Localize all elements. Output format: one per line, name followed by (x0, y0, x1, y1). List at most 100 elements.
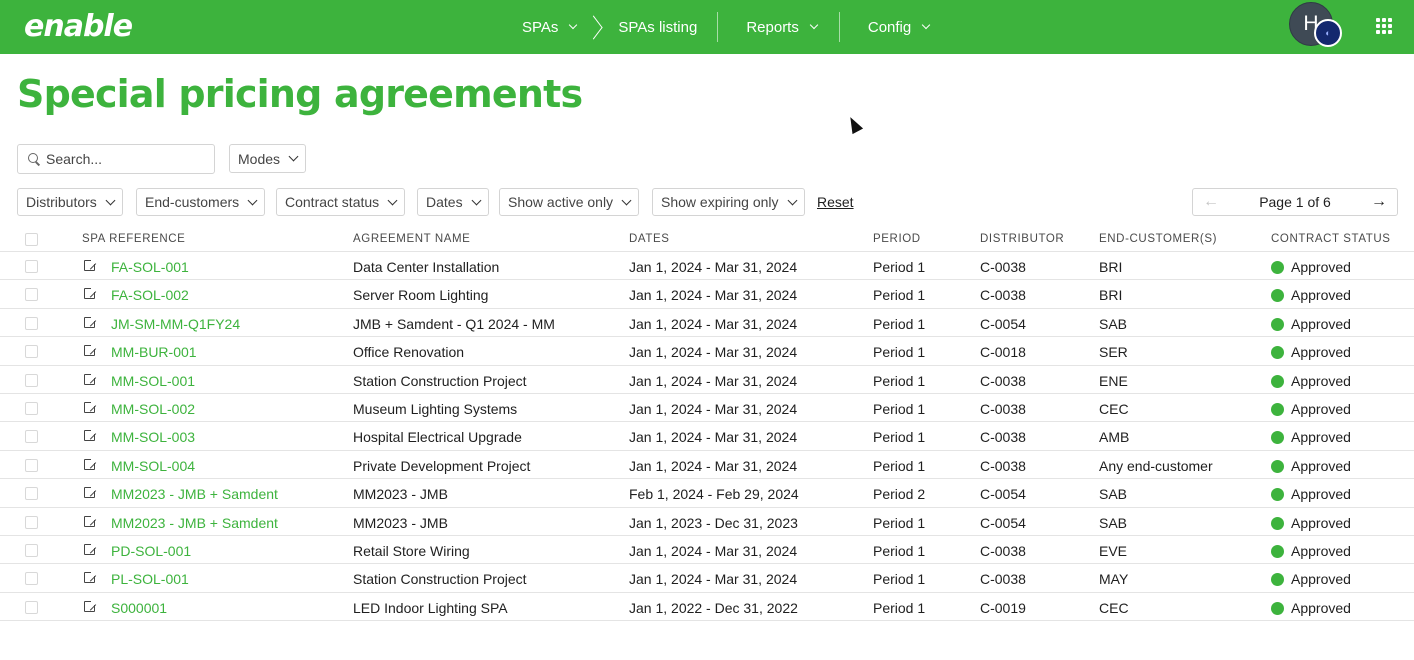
table-row[interactable]: FA-SOL-001 Data Center Installation Jan 1,… (0, 252, 1414, 281)
open-external-icon[interactable] (84, 314, 97, 328)
reset-filters-link[interactable]: Reset (817, 194, 854, 210)
table-row[interactable]: MM-SOL-001 Station Construction Project Ja… (0, 366, 1414, 394)
open-external-icon[interactable] (84, 570, 97, 584)
open-external-icon[interactable] (84, 541, 97, 555)
spa-reference-link[interactable]: MM2023 - JMB + Samdent (111, 515, 278, 531)
open-external-icon[interactable] (84, 258, 97, 271)
open-external-icon[interactable] (84, 456, 97, 470)
end-customer: SAB (1099, 514, 1128, 531)
next-page-arrow-icon[interactable]: → (1371, 193, 1387, 211)
row-checkbox[interactable] (25, 600, 38, 614)
open-external-icon[interactable] (84, 399, 97, 413)
table-row[interactable]: FA-SOL-002 Server Room Lighting Jan 1, 202… (0, 280, 1414, 309)
nav-config-menu[interactable]: Config (840, 0, 951, 54)
row-checkbox[interactable] (25, 260, 38, 273)
open-external-icon[interactable] (84, 513, 97, 527)
dates-filter[interactable]: Dates (417, 188, 489, 216)
status-dot-icon (1271, 573, 1284, 587)
header-agreement-name[interactable]: AGREEMENT NAME (353, 233, 470, 245)
contract-status-filter[interactable]: Contract status (276, 188, 406, 216)
table-row[interactable]: MM2023 - JMB + Samdent MM2023 - JMB Feb 1,… (0, 479, 1414, 508)
previous-page-arrow-icon[interactable]: ← (1203, 193, 1219, 211)
table-row[interactable]: MM-SOL-003 Hospital Electrical Upgrade Jan… (0, 422, 1414, 451)
table-row[interactable]: MM2023 - JMB + Samdent MM2023 - JMB Jan 1,… (0, 508, 1414, 536)
apps-grid-icon[interactable] (1376, 18, 1392, 34)
row-checkbox[interactable] (25, 487, 38, 501)
agreement-period: Period 1 (873, 372, 926, 389)
end-customers-filter[interactable]: End-customers (136, 188, 266, 216)
modes-dropdown[interactable]: Modes (229, 144, 307, 173)
status-dot-icon (1271, 516, 1284, 530)
contract-status: Approved (1271, 259, 1351, 275)
search-input[interactable] (46, 151, 206, 167)
open-external-icon[interactable] (84, 343, 97, 357)
row-checkbox[interactable] (25, 345, 38, 359)
table-row[interactable]: MM-SOL-002 Museum Lighting Systems Jan 1, … (0, 394, 1414, 423)
open-external-icon[interactable] (84, 485, 97, 499)
table-row[interactable]: PD-SOL-001 Retail Store Wiring Jan 1, 2024… (0, 536, 1414, 565)
agreement-name: Station Construction Project (353, 372, 527, 389)
select-all-checkbox[interactable] (25, 233, 38, 246)
table-row[interactable]: S000001 LED Indoor Lighting SPA Jan 1, 202… (0, 593, 1414, 622)
spa-reference-link[interactable]: MM-SOL-001 (111, 373, 195, 389)
enable-logo[interactable]: enable (24, 8, 133, 44)
contract-status: Approved (1271, 458, 1351, 474)
agreement-dates: Feb 1, 2024 - Feb 29, 2024 (629, 486, 799, 503)
show-active-only-filter[interactable]: Show active only (499, 188, 640, 216)
row-checkbox[interactable] (25, 401, 38, 415)
table-row[interactable]: PL-SOL-001 Station Construction Project Ja… (0, 564, 1414, 593)
header-contract-status[interactable]: CONTRACT STATUS (1271, 233, 1391, 245)
table-row[interactable]: JM-SM-MM-Q1FY24 JMB + Samdent - Q1 2024 -… (0, 309, 1414, 338)
agreement-name: MM2023 - JMB (353, 514, 448, 531)
spa-reference-link[interactable]: MM-SOL-003 (111, 429, 195, 445)
header-distributor[interactable]: DISTRIBUTOR (980, 233, 1064, 245)
header-end-customers[interactable]: END-CUSTOMER(S) (1099, 233, 1217, 245)
status-dot-icon (1271, 544, 1284, 558)
table-header: SPA REFERENCE AGREEMENT NAME DATES PERIO… (0, 228, 1414, 252)
header-dates[interactable]: DATES (629, 233, 670, 245)
row-checkbox[interactable] (25, 316, 38, 330)
show-expiring-only-filter[interactable]: Show expiring only (652, 188, 805, 216)
table-row[interactable]: MM-BUR-001 Office Renovation Jan 1, 2024 -… (0, 337, 1414, 366)
header-spa-reference[interactable]: SPA REFERENCE (82, 233, 185, 245)
contract-status: Approved (1271, 344, 1351, 360)
spa-reference-link[interactable]: PD-SOL-001 (111, 543, 191, 559)
spa-reference-link[interactable]: S000001 (111, 600, 167, 616)
distributors-filter[interactable]: Distributors (17, 188, 123, 216)
spa-table: SPA REFERENCE AGREEMENT NAME DATES PERIO… (0, 228, 1414, 622)
agreement-name: Data Center Installation (353, 259, 500, 275)
table-row[interactable]: MM-SOL-004 Private Development Project Jan… (0, 451, 1414, 480)
spa-reference-link[interactable]: MM2023 - JMB + Samdent (111, 486, 278, 502)
spa-reference-link[interactable]: FA-SOL-001 (111, 259, 189, 275)
spa-reference-link[interactable]: PL-SOL-001 (111, 571, 189, 587)
spa-reference-link[interactable]: MM-SOL-002 (111, 401, 195, 417)
open-external-icon[interactable] (84, 286, 97, 300)
row-checkbox[interactable] (25, 458, 38, 472)
row-checkbox[interactable] (25, 572, 38, 586)
open-external-icon[interactable] (84, 371, 97, 385)
row-checkbox[interactable] (25, 430, 38, 444)
spa-reference-link[interactable]: MM-BUR-001 (111, 344, 197, 360)
row-checkbox[interactable] (25, 288, 38, 302)
agreement-name: Server Room Lighting (353, 287, 489, 304)
end-customer: BRI (1099, 287, 1123, 304)
nav-reports-menu[interactable]: Reports (718, 0, 839, 54)
agreement-period: Period 2 (873, 486, 926, 503)
nav-spas-menu[interactable]: SPAs (508, 0, 590, 54)
search-box[interactable] (17, 144, 215, 174)
open-external-icon[interactable] (84, 428, 97, 442)
row-checkbox[interactable] (25, 515, 38, 529)
chevron-down-icon (105, 195, 116, 205)
end-customer: AMB (1099, 429, 1130, 446)
agreement-period: Period 1 (873, 259, 926, 275)
spa-reference-link[interactable]: FA-SOL-002 (111, 287, 189, 303)
spa-reference-link[interactable]: MM-SOL-004 (111, 458, 195, 474)
row-checkbox[interactable] (25, 373, 38, 387)
open-external-icon[interactable] (84, 598, 97, 612)
contract-status: Approved (1271, 486, 1351, 502)
spa-reference-link[interactable]: JM-SM-MM-Q1FY24 (111, 316, 240, 332)
row-checkbox[interactable] (25, 543, 38, 557)
table-body: FA-SOL-001 Data Center Installation Jan 1,… (0, 252, 1414, 622)
header-period[interactable]: PERIOD (873, 233, 921, 245)
nav-spas-listing[interactable]: SPAs listing (608, 0, 717, 54)
